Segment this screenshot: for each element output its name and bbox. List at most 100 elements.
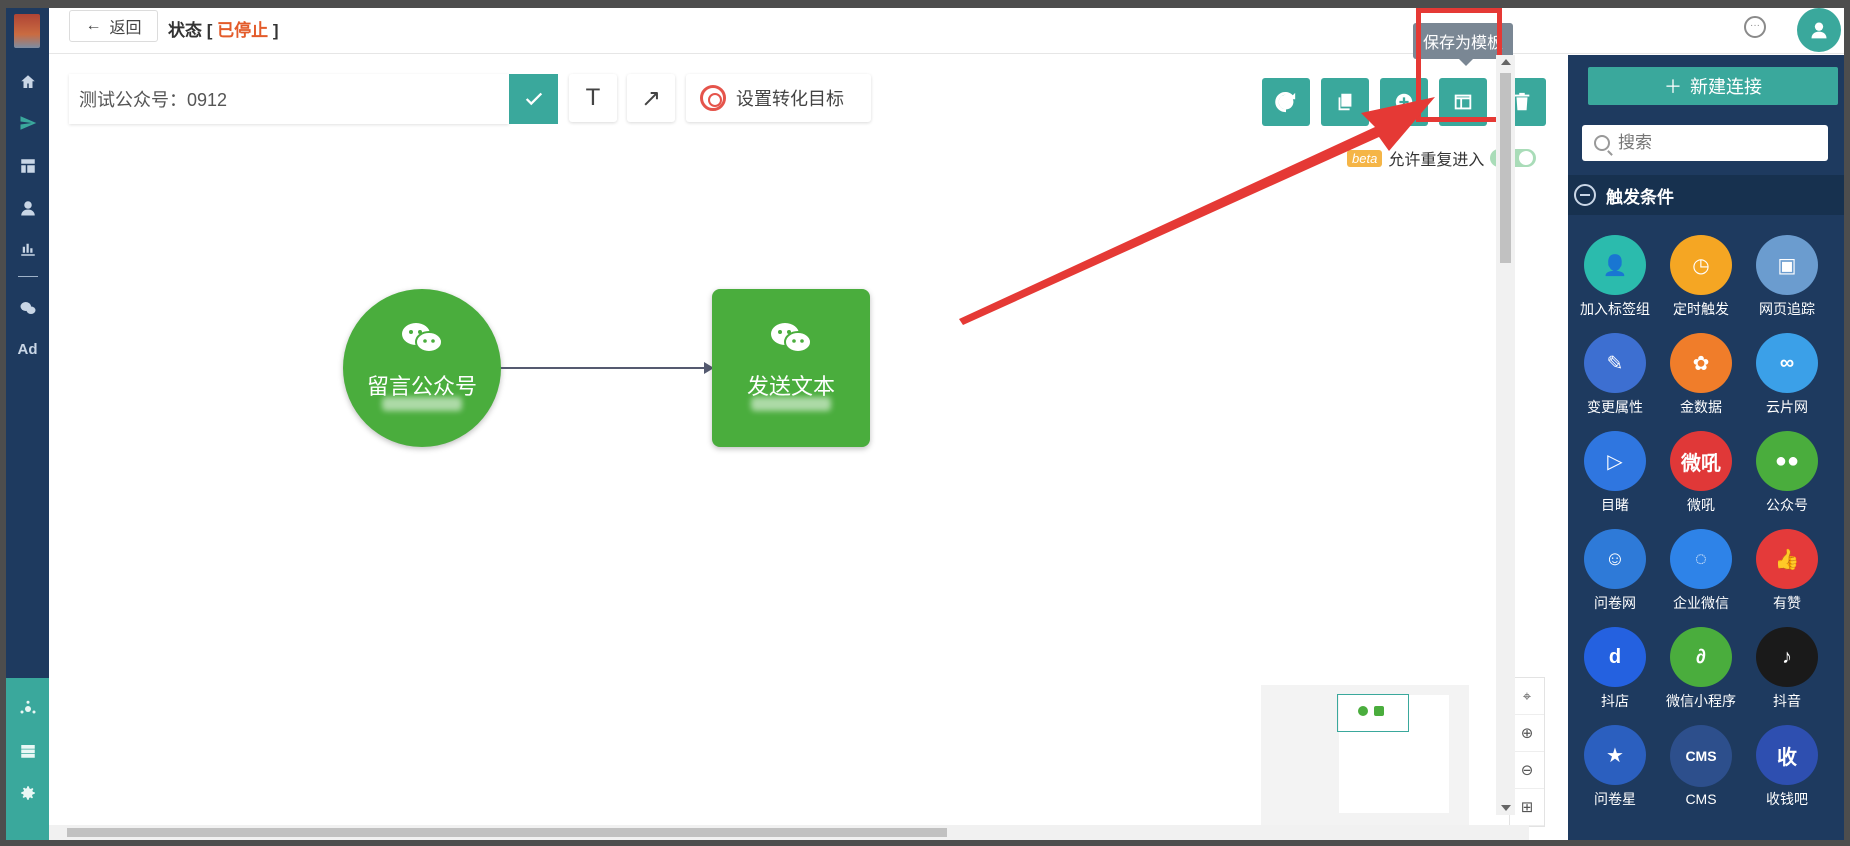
arrow-tool-button[interactable]: ↗ [627,74,675,122]
check-icon [525,92,542,106]
app-icon: ▣ [1756,235,1818,295]
zoom-out-icon[interactable]: ⊖ [1510,752,1544,789]
app-label: 变更属性 [1587,399,1643,415]
component-panel: ＋ 新建连接 触发条件 👤 加入标签组 ◷ 定时触发 ▣ 网页追踪 ✎ 变更属性 ✿ 金数据 ∞ 云片… [1568,55,1844,840]
user-icon[interactable] [6,193,49,223]
app-label: 网页追踪 [1759,301,1815,317]
left-sidebar: Ad [6,8,49,840]
new-connection-button[interactable]: ＋ 新建连接 [1588,67,1838,105]
scroll-down-arrow[interactable] [1501,805,1511,811]
trigger-app-item[interactable]: d 抖店 [1572,627,1658,711]
trigger-app-item[interactable]: ◷ 定时触发 [1658,235,1744,319]
app-label: 加入标签组 [1580,301,1650,317]
app-icon: ♪ [1756,627,1818,687]
top-bar: ← 返回 状态 [ 已停止 ] ··· [49,8,1844,54]
chat-icon[interactable]: ··· [1744,16,1766,38]
copy-button[interactable] [1321,78,1369,126]
chart-icon[interactable] [6,234,49,264]
reentry-label: 允许重复进入 [1388,152,1485,169]
vertical-scrollbar[interactable] [1496,55,1515,815]
server-icon[interactable] [6,736,49,766]
confirm-name-button[interactable] [509,74,558,124]
plus-icon: ＋ [1664,77,1682,97]
refresh-button[interactable] [1262,78,1310,126]
text-tool-button[interactable]: T [569,74,617,122]
trigger-app-item[interactable]: ▷ 目睹 [1572,431,1658,515]
trigger-app-item[interactable]: ☺ 问卷网 [1572,529,1658,613]
new-connection-label: 新建连接 [1690,77,1762,97]
beta-badge: beta [1347,149,1383,167]
locate-icon[interactable]: ⌖ [1510,678,1544,715]
trigger-app-item[interactable]: ∞ 云片网 [1744,333,1830,417]
trigger-app-item[interactable]: ∂ 微信小程序 [1658,627,1744,711]
set-goal-button[interactable]: 设置转化目标 [686,74,871,122]
wechat-icon[interactable] [6,293,49,323]
scrollbar-thumb[interactable] [67,828,947,837]
minimap[interactable] [1261,685,1469,833]
trigger-app-item[interactable]: ✿ 金数据 [1658,333,1744,417]
ad-nav-item[interactable]: Ad [6,334,49,364]
collapse-icon[interactable] [1574,184,1596,206]
arrow-left-icon: ← [85,17,102,34]
app-icon: CMS [1670,725,1732,787]
trigger-app-item[interactable]: 收收钱吧 [1744,725,1830,809]
app-label: 收钱吧 [1766,791,1808,807]
set-goal-label: 设置转化目标 [736,89,844,109]
flow-status: 状态 [ 已停止 ] [168,16,279,41]
trigger-app-item[interactable]: ▣ 网页追踪 [1744,235,1830,319]
minimap-viewport[interactable] [1337,694,1409,732]
send-icon[interactable] [6,108,49,138]
app-label: 公众号 [1766,497,1808,513]
trigger-app-item[interactable]: ★ 问卷星 [1572,725,1658,809]
trigger-app-item[interactable]: ◌ 企业微信 [1658,529,1744,613]
back-button[interactable]: ← 返回 [69,10,158,42]
app-icon: ▷ [1584,431,1646,491]
app-icon: ✿ [1670,333,1732,393]
flow-node-action[interactable]: 发送文本 [712,289,870,447]
trigger-app-item[interactable]: CMS CMS [1658,725,1744,809]
app-label: CMS [1685,791,1717,807]
app-label: 定时触发 [1673,301,1729,317]
trigger-app-item[interactable]: ●● 公众号 [1744,431,1830,515]
app-icon: ☺ [1584,529,1646,589]
hub-icon[interactable] [6,694,49,724]
horizontal-scrollbar[interactable] [49,825,1529,840]
search-icon [1594,135,1610,151]
avatar[interactable] [1797,8,1841,52]
app-icon: d [1584,627,1646,687]
scroll-up-arrow[interactable] [1501,59,1511,65]
app-label: 企业微信 [1673,595,1729,611]
brand-logo [14,14,40,48]
zoom-in-icon[interactable]: ⊕ [1510,715,1544,752]
section-title: 触发条件 [1606,187,1674,207]
app-label: 金数据 [1680,399,1722,415]
status-prefix: 状态 [ [168,21,213,40]
app-label: 有赞 [1773,595,1801,611]
flow-canvas[interactable]: T ↗ 设置转化目标 保存为模板 beta 允许重复进入 留言公众号 [49,8,1546,840]
home-icon[interactable] [6,67,49,97]
app-label: 云片网 [1766,399,1808,415]
trigger-app-item[interactable]: ✎ 变更属性 [1572,333,1658,417]
gear-icon[interactable] [6,778,49,808]
flow-name-input[interactable] [69,74,509,124]
fit-view-icon[interactable]: ⊞ [1510,789,1544,826]
app-icon: ∂ [1670,627,1732,687]
scrollbar-thumb[interactable] [1500,73,1511,263]
app-icon: ★ [1584,725,1646,785]
search-input[interactable] [1582,125,1828,161]
status-suffix: ] [272,21,279,40]
trigger-app-item[interactable]: 👤 加入标签组 [1572,235,1658,319]
minimap-node [1358,706,1368,716]
trigger-app-item[interactable]: ♪ 抖音 [1744,627,1830,711]
plus-circle-icon [1395,93,1413,111]
app-icon: 👤 [1584,235,1646,295]
trigger-app-item[interactable]: 👍 有赞 [1744,529,1830,613]
app-label: 微吼 [1687,497,1715,513]
flow-node-trigger[interactable]: 留言公众号 [343,289,501,447]
trigger-app-item[interactable]: 微吼 微吼 [1658,431,1744,515]
layout-icon[interactable] [6,151,49,181]
redacted-text [382,397,462,411]
app-label: 问卷星 [1594,791,1636,807]
section-header-triggers[interactable]: 触发条件 [1568,175,1844,215]
app-icon: 收 [1756,725,1818,785]
